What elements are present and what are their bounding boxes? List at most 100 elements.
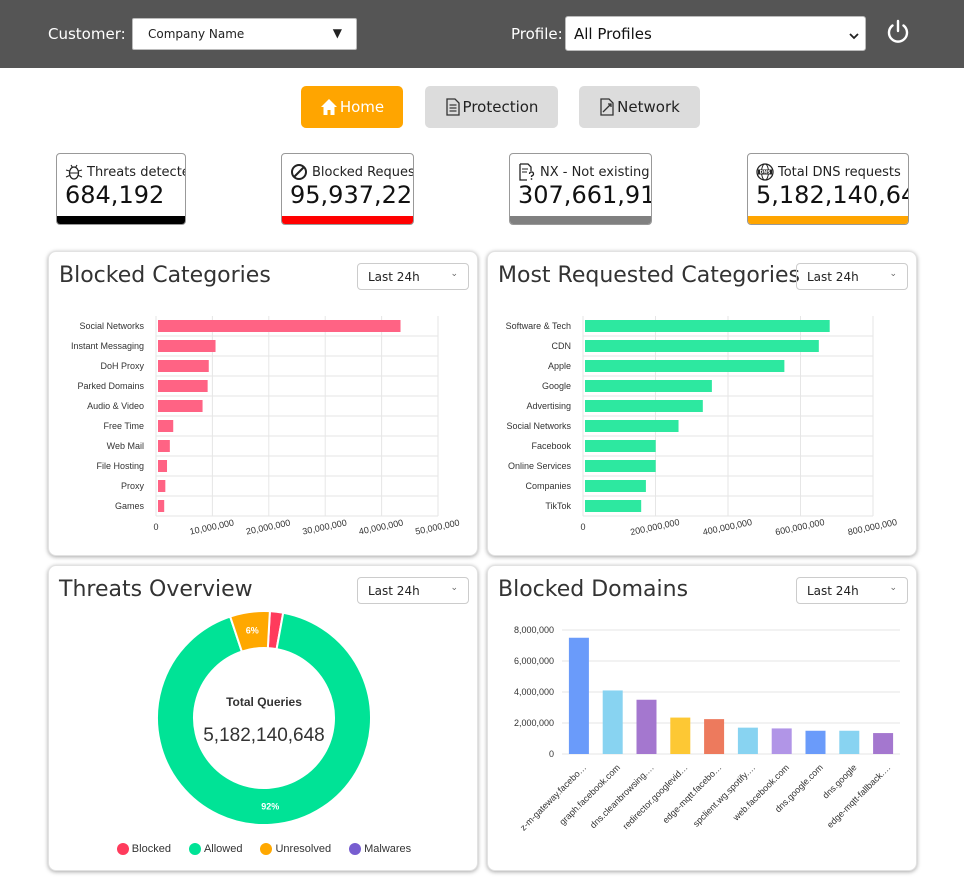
category-label: Audio & Video	[87, 401, 144, 411]
stat-value: 307,661,912	[518, 181, 651, 209]
category-label: TikTok	[545, 501, 571, 511]
legend-item[interactable]: Blocked	[116, 843, 171, 855]
category-label: Free Time	[103, 421, 144, 431]
document-icon	[445, 98, 460, 116]
legend-item[interactable]: Malwares	[349, 843, 411, 855]
bar	[158, 480, 166, 492]
blocked-categories-chart: 0 10,000,000 20,000,000 30,000,000 40,000,00…	[71, 316, 460, 537]
slice-label: 92%	[261, 801, 279, 811]
x-tick-label: 50,000,000	[414, 517, 460, 536]
category-label: Social Networks	[506, 421, 571, 431]
y-tick-label: 0	[549, 749, 554, 759]
network-icon	[600, 98, 614, 116]
chevron-down-icon	[849, 27, 859, 45]
stat-value: 95,937,220	[290, 181, 414, 209]
category-label: Software & Tech	[506, 321, 571, 331]
category-label: Advertising	[526, 401, 571, 411]
x-tick-label: 400,000,000	[702, 517, 753, 537]
x-tick-label: web.facebook.com	[730, 762, 791, 823]
stat-total-dns-requests: DNS Total DNS requests 5,182,140,648	[747, 153, 909, 225]
customer-label: Customer:	[48, 25, 126, 43]
category-label: Social Networks	[79, 321, 144, 331]
stat-blocked-requests: Blocked Requests 95,937,220	[281, 153, 414, 225]
x-tick-label: 600,000,000	[774, 517, 825, 537]
home-icon	[320, 99, 337, 115]
protection-button-label: Protection	[462, 98, 539, 116]
home-button[interactable]: Home	[301, 86, 403, 128]
category-label: Companies	[525, 481, 571, 491]
bar	[585, 460, 656, 472]
network-button-label: Network	[617, 98, 680, 116]
x-tick-label: 20,000,000	[245, 517, 291, 536]
stat-color-bar	[510, 216, 651, 224]
x-tick-label: edge-mqtt-fallback.…	[825, 762, 893, 830]
block-icon	[291, 164, 307, 180]
document-question-icon	[519, 163, 535, 181]
legend-marker	[116, 843, 129, 855]
x-tick-label: dns.cleanbrowsing.…	[588, 762, 656, 830]
bar	[602, 690, 623, 754]
blocked-domains-chart: 0 2,000,000 4,000,000 6,000,000 8,000,000 z-m…	[514, 625, 900, 833]
legend-marker	[188, 843, 201, 855]
category-label: Instant Messaging	[71, 341, 144, 351]
home-button-label: Home	[339, 98, 385, 116]
legend-item[interactable]: Allowed	[188, 843, 242, 855]
x-tick-label: spclient.wg.spotify.…	[691, 762, 757, 828]
bar	[158, 440, 170, 452]
profile-select[interactable]: All Profiles	[565, 16, 866, 51]
stat-value: 5,182,140,648	[756, 181, 908, 209]
bar	[839, 730, 860, 754]
stat-color-bar	[748, 216, 908, 224]
bar	[585, 480, 646, 492]
bar	[585, 360, 785, 372]
bar	[158, 340, 216, 352]
stat-nx-not-existing: NX - Not existing 307,661,912	[509, 153, 652, 225]
top-bar: Customer: Company Name ▼ Profile: All Pr…	[0, 0, 964, 68]
center-label: Total Queries	[226, 695, 302, 709]
bar	[873, 733, 894, 754]
threats-overview-chart: 92% 6% Total Queries 5,182,140,648	[156, 610, 372, 826]
bar	[568, 637, 589, 754]
bar	[737, 727, 758, 754]
bar	[585, 400, 703, 412]
legend-marker	[349, 843, 362, 855]
customer-select-value: Company Name	[148, 27, 245, 41]
x-tick-label: 0	[580, 522, 585, 532]
bar	[585, 340, 819, 352]
stat-label: Blocked Requests	[312, 164, 414, 180]
x-tick-label: 0	[153, 522, 158, 532]
power-icon[interactable]	[884, 18, 912, 46]
network-button[interactable]: Network	[579, 86, 700, 128]
svg-text:DNS: DNS	[760, 170, 771, 176]
most-requested-categories-panel: Most Requested Categories Last 24h ⌄ 0 20…	[487, 251, 917, 556]
x-tick-label: z-m-gateway.facebo…	[518, 762, 588, 832]
blocked-domains-panel: Blocked Domains Last 24h ⌄ 0 2,000,000 4,0…	[487, 565, 917, 871]
customer-select[interactable]: Company Name ▼	[132, 18, 357, 50]
category-label: CDN	[552, 341, 572, 351]
stat-color-bar	[57, 216, 185, 224]
category-label: Games	[115, 501, 145, 511]
blocked-categories-panel: Blocked Categories Last 24h ⌄ 0 10,000,00…	[48, 251, 478, 556]
category-label: Apple	[548, 361, 571, 371]
bar	[771, 728, 792, 754]
legend-label: Blocked	[131, 843, 171, 855]
bar	[585, 380, 712, 392]
protection-button[interactable]: Protection	[425, 86, 558, 128]
triangle-down-icon: ▼	[332, 26, 342, 40]
category-label: Web Mail	[107, 441, 144, 451]
category-label: Proxy	[121, 481, 145, 491]
chart-legend: Blocked Allowed Unresolved Malwares	[49, 843, 479, 855]
bar	[585, 440, 656, 452]
y-tick-label: 4,000,000	[514, 687, 554, 697]
profile-label: Profile:	[511, 25, 563, 43]
bar	[805, 730, 826, 754]
stat-color-bar	[282, 216, 413, 224]
legend-item[interactable]: Unresolved	[260, 843, 331, 855]
bar	[158, 500, 165, 512]
y-tick-label: 8,000,000	[514, 625, 554, 635]
category-label: Parked Domains	[77, 381, 144, 391]
stat-value: 684,192	[65, 181, 165, 209]
x-tick-label: edge-mqtt.facebo…	[661, 762, 724, 825]
bug-icon	[65, 164, 83, 180]
stat-label: Threats detected	[87, 164, 185, 180]
